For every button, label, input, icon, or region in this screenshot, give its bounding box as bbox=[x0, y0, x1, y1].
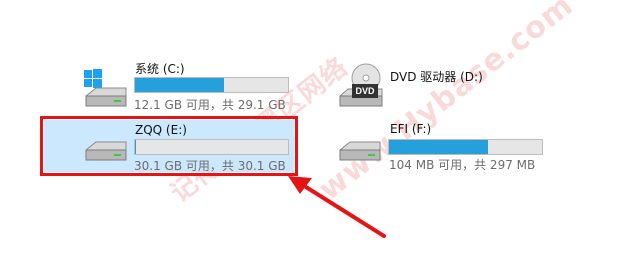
drive-f-space-info: 104 MB 可用，共 297 MB bbox=[389, 158, 536, 172]
windows-drive-icon bbox=[84, 69, 127, 107]
drive-c-usage-fill bbox=[135, 78, 225, 92]
drive-f-usage-fill bbox=[389, 140, 489, 154]
drive-f-name: EFI (F:) bbox=[390, 122, 432, 136]
drive-d-name: DVD 驱动器 (D:) bbox=[390, 70, 483, 84]
annotation-highlight-box bbox=[40, 116, 298, 176]
svg-text:DVD: DVD bbox=[355, 86, 375, 96]
drive-c-usage-bar bbox=[134, 77, 289, 93]
dvd-drive-icon: DVD bbox=[339, 63, 383, 107]
hard-drive-icon bbox=[339, 141, 381, 161]
drive-c-space-info: 12.1 GB 可用，共 29.1 GB bbox=[134, 98, 286, 112]
annotation-arrow bbox=[288, 176, 386, 238]
drive-c-name: 系统 (C:) bbox=[135, 62, 185, 76]
drive-f-usage-bar bbox=[388, 139, 543, 155]
